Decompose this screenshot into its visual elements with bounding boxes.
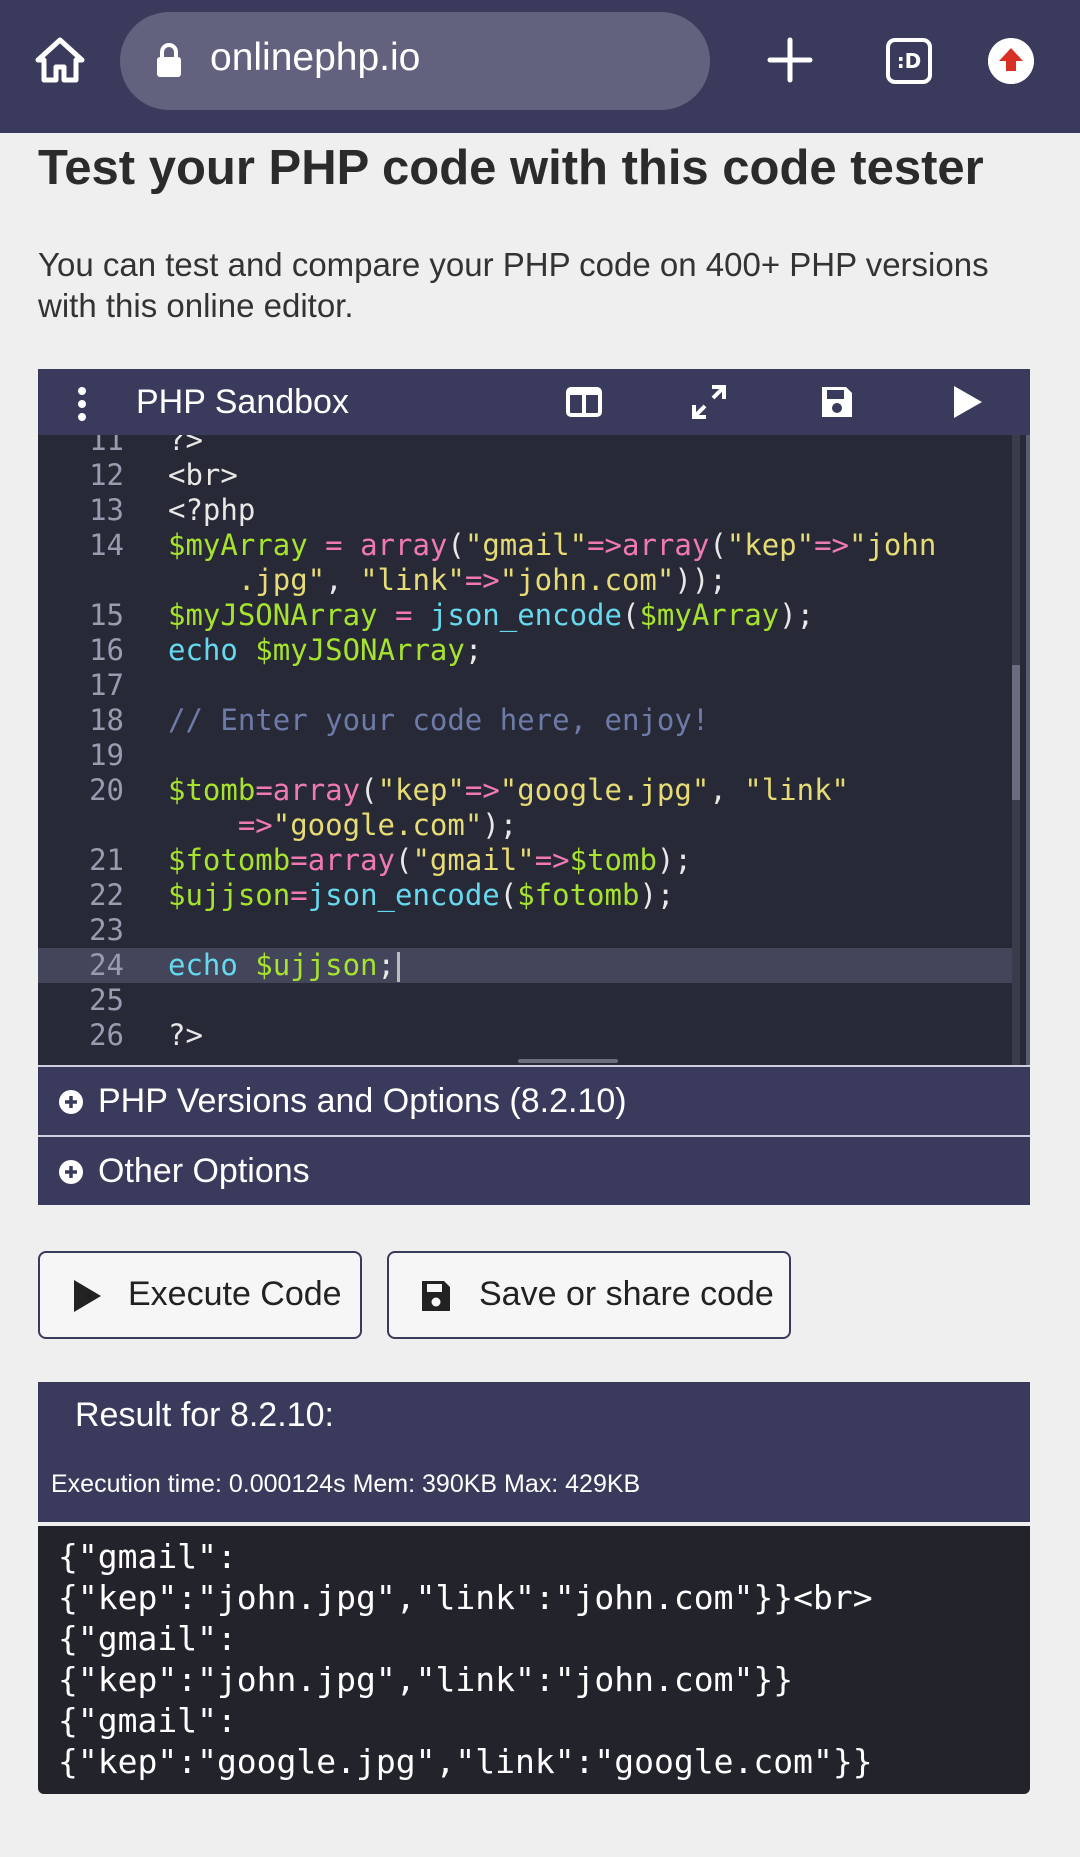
update-icon[interactable] bbox=[988, 38, 1034, 84]
code-line: 12 <br> bbox=[38, 458, 1018, 493]
fullscreen-icon[interactable] bbox=[690, 383, 728, 421]
code-text: =>"google.com"); bbox=[168, 808, 518, 842]
code-line: 11 ?> bbox=[38, 435, 1018, 458]
new-tab-icon[interactable] bbox=[766, 34, 814, 86]
line-number: 11 bbox=[89, 435, 124, 457]
lock-icon bbox=[157, 43, 181, 77]
more-options-icon[interactable] bbox=[76, 387, 88, 421]
code-line: 19 bbox=[38, 738, 1018, 773]
editor-edge bbox=[1026, 435, 1030, 1065]
play-icon bbox=[74, 1280, 101, 1312]
result-title: Result for 8.2.10: bbox=[75, 1396, 334, 1434]
code-text: $tomb=array("kep"=>"google.jpg", "link" bbox=[168, 773, 849, 807]
code-line-wrap: =>"google.com"); bbox=[38, 808, 1018, 843]
line-number: 18 bbox=[89, 703, 124, 737]
code-line: 16 echo $myJSONArray; bbox=[38, 633, 1018, 668]
address-bar[interactable]: onlinephp.io bbox=[120, 12, 710, 110]
tab-switcher-button[interactable]: :D bbox=[886, 38, 932, 84]
split-view-icon[interactable] bbox=[565, 383, 603, 421]
execute-code-button[interactable]: Execute Code bbox=[38, 1251, 362, 1339]
line-number: 22 bbox=[89, 878, 124, 912]
php-versions-label: PHP Versions and Options (8.2.10) bbox=[98, 1082, 627, 1120]
line-number: 16 bbox=[89, 633, 124, 667]
code-text: echo $myJSONArray; bbox=[168, 633, 483, 667]
page-intro: You can test and compare your PHP code o… bbox=[38, 246, 989, 324]
editor-scrollbar-thumb[interactable] bbox=[1012, 665, 1020, 800]
code-text: <?php bbox=[168, 493, 256, 527]
code-text: <br> bbox=[168, 458, 238, 492]
line-number: 21 bbox=[89, 843, 124, 877]
code-comment: // Enter your code here, enjoy! bbox=[168, 703, 710, 737]
code-line-active: 24 echo $ujjson; bbox=[38, 948, 1018, 983]
home-icon[interactable] bbox=[34, 34, 86, 86]
run-icon[interactable] bbox=[948, 383, 986, 421]
other-options-accordion[interactable]: Other Options bbox=[38, 1135, 1030, 1205]
line-number: 15 bbox=[89, 598, 124, 632]
code-line: 14 $myArray = array("gmail"=>array("kep"… bbox=[38, 528, 1018, 563]
line-number: 14 bbox=[89, 528, 124, 562]
code-line: 25 bbox=[38, 983, 1018, 1018]
code-editor[interactable]: 11 ?> 12 <br> 13 <?php 14 $myArray = arr… bbox=[38, 435, 1030, 1065]
code-line: 20 $tomb=array("kep"=>"google.jpg", "lin… bbox=[38, 773, 1018, 808]
php-versions-accordion[interactable]: PHP Versions and Options (8.2.10) bbox=[38, 1065, 1030, 1135]
code-line: 15 $myJSONArray = json_encode($myArray); bbox=[38, 598, 1018, 633]
execution-stats: Execution time: 0.000124s Mem: 390KB Max… bbox=[51, 1470, 641, 1498]
code-text: ?> bbox=[168, 435, 203, 457]
code-text: $ujjson=json_encode($fotomb); bbox=[168, 878, 675, 912]
code-line-wrap: .jpg", "link"=>"john.com")); bbox=[38, 563, 1018, 598]
browser-toolbar: onlinephp.io :D bbox=[0, 0, 1080, 133]
code-text: $fotomb=array("gmail"=>$tomb); bbox=[168, 843, 692, 877]
code-text: echo $ujjson; bbox=[168, 948, 400, 983]
url-text: onlinephp.io bbox=[210, 36, 421, 79]
save-icon bbox=[422, 1281, 450, 1311]
code-line: 21 $fotomb=array("gmail"=>$tomb); bbox=[38, 843, 1018, 878]
code-line: 23 bbox=[38, 913, 1018, 948]
code-text: $myArray = array("gmail"=>array("kep"=>"… bbox=[168, 528, 937, 562]
result-header: Result for 8.2.10: Execution time: 0.000… bbox=[38, 1382, 1030, 1522]
plus-circle-icon bbox=[59, 1090, 83, 1114]
code-line: 17 bbox=[38, 668, 1018, 703]
result-output: {"gmail": {"kep":"john.jpg","link":"john… bbox=[38, 1526, 1030, 1794]
code-text: $myJSONArray = json_encode($myArray); bbox=[168, 598, 815, 632]
other-options-label: Other Options bbox=[98, 1152, 310, 1190]
line-number: 26 bbox=[89, 1018, 124, 1052]
plus-circle-icon bbox=[59, 1160, 83, 1184]
code-text: ?> bbox=[168, 1018, 203, 1052]
line-number: 13 bbox=[89, 493, 124, 527]
code-line: 26 ?> bbox=[38, 1018, 1018, 1053]
code-text: .jpg", "link"=>"john.com")); bbox=[168, 563, 727, 597]
text-cursor bbox=[397, 952, 400, 982]
save-icon[interactable] bbox=[818, 383, 856, 421]
code-line: 18 // Enter your code here, enjoy! bbox=[38, 703, 1018, 738]
code-line: 13 <?php bbox=[38, 493, 1018, 528]
line-number: 25 bbox=[89, 983, 124, 1017]
save-share-label: Save or share code bbox=[479, 1275, 774, 1313]
php-sandbox: PHP Sandbox 11 ?> 12 <br> 13 <?php 14 $m… bbox=[38, 369, 1030, 1205]
sandbox-header: PHP Sandbox bbox=[38, 369, 1030, 435]
code-line: 22 $ujjson=json_encode($fotomb); bbox=[38, 878, 1018, 913]
sandbox-title: PHP Sandbox bbox=[136, 383, 349, 421]
save-share-button[interactable]: Save or share code bbox=[387, 1251, 791, 1339]
execute-code-label: Execute Code bbox=[128, 1275, 342, 1313]
line-number: 17 bbox=[89, 668, 124, 702]
page-title: Test your PHP code with this code tester bbox=[38, 141, 984, 195]
editor-resize-handle[interactable] bbox=[518, 1059, 618, 1063]
line-number: 12 bbox=[89, 458, 124, 492]
line-number: 19 bbox=[89, 738, 124, 772]
line-number: 24 bbox=[89, 948, 124, 982]
line-number: 23 bbox=[89, 913, 124, 947]
line-number: 20 bbox=[89, 773, 124, 807]
